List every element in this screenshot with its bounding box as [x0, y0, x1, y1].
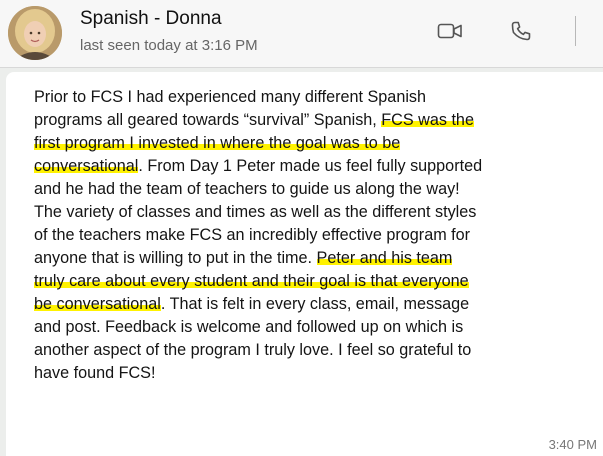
highlighted-text: FCS was the	[381, 111, 474, 129]
message-line: programs all geared towards “survival” S…	[34, 109, 603, 132]
message-text-span: and he had the team of teachers to guide…	[34, 180, 460, 198]
message-text-span: programs all geared towards “survival” S…	[34, 111, 382, 129]
message-line: anyone that is willing to put in the tim…	[34, 247, 603, 270]
message-line: and post. Feedback is welcome and follow…	[34, 316, 603, 339]
message-line: another aspect of the program I truly lo…	[34, 339, 603, 362]
message-text-span: and post. Feedback is welcome and follow…	[34, 318, 464, 336]
message-timestamp: 3:40 PM	[548, 437, 597, 452]
message-line: truly care about every student and their…	[34, 270, 603, 293]
message-text-span: have found FCS!	[34, 364, 156, 382]
message-bubble[interactable]: Prior to FCS I had experienced many diff…	[6, 72, 603, 456]
message-text-span: another aspect of the program I truly lo…	[34, 341, 472, 359]
message-line: Prior to FCS I had experienced many diff…	[34, 86, 603, 109]
contact-avatar[interactable]	[8, 6, 62, 60]
highlighted-text: be conversational	[34, 295, 161, 313]
contact-name[interactable]: Spanish - Donna	[80, 8, 222, 30]
last-seen-status: last seen today at 3:16 PM	[80, 37, 258, 54]
message-line: first program I invested in where the go…	[34, 132, 603, 155]
video-camera-icon	[437, 21, 463, 46]
message-line: conversational. From Day 1 Peter made us…	[34, 155, 603, 178]
message-text-span: Prior to FCS I had experienced many diff…	[34, 88, 427, 106]
highlighted-text: first program I invested in where the go…	[34, 134, 401, 152]
message-text-span: . That is felt in every class, email, me…	[160, 295, 470, 313]
phone-icon	[510, 20, 532, 47]
message-line: be conversational. That is felt in every…	[34, 293, 603, 316]
highlighted-text: truly care about every student and their…	[34, 272, 469, 290]
message-text-span: The variety of classes and times as well…	[34, 203, 477, 221]
voice-call-button[interactable]	[507, 20, 535, 46]
highlighted-text: conversational	[34, 157, 139, 175]
highlighted-text: Peter and his team	[316, 249, 453, 267]
message-line: The variety of classes and times as well…	[34, 201, 603, 224]
header-divider	[575, 16, 576, 46]
message-line: and he had the team of teachers to guide…	[34, 178, 603, 201]
message-text-span: of the teachers make FCS an incredibly e…	[34, 226, 471, 244]
message-line: of the teachers make FCS an incredibly e…	[34, 224, 603, 247]
message-text-span: anyone that is willing to put in the tim…	[34, 249, 317, 267]
message-text: Prior to FCS I had experienced many diff…	[34, 86, 603, 385]
message-text-span: . From Day 1 Peter made us feel fully su…	[138, 157, 483, 175]
chat-header: Spanish - Donna last seen today at 3:16 …	[0, 0, 603, 68]
video-call-button[interactable]	[436, 20, 464, 46]
message-line: have found FCS!	[34, 362, 603, 385]
